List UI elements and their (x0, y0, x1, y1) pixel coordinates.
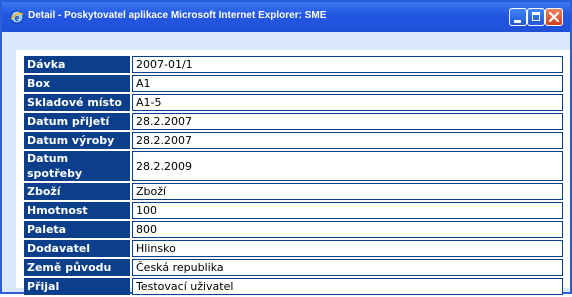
field-label: Zboží (24, 183, 130, 200)
table-row: Dávka 2007-01/1 (24, 56, 563, 73)
minimize-icon (514, 20, 521, 23)
close-button[interactable] (545, 8, 563, 26)
minimize-button[interactable] (509, 8, 527, 26)
field-label: Paleta (24, 221, 130, 238)
window-title: Detail - Poskytovatel aplikace Microsoft… (28, 10, 327, 21)
field-label: Dávka (24, 56, 130, 73)
ie-icon: e (10, 10, 24, 24)
field-value: 800 (132, 221, 563, 238)
detail-table: Dávka 2007-01/1 Box A1 Skladové místo A1-5 Dat… (22, 54, 565, 297)
field-value: 28.2.2007 (132, 113, 563, 130)
field-value: 28.2.2007 (132, 132, 563, 149)
table-row: Datum výroby 28.2.2007 (24, 132, 563, 149)
detail-panel: Dávka 2007-01/1 Box A1 Skladové místo A1-5 Dat… (16, 50, 570, 295)
field-value: Česká republika (132, 259, 563, 276)
maximize-button[interactable] (527, 8, 545, 26)
field-value: 28.2.2009 (132, 151, 563, 181)
field-label: Přijal (24, 278, 130, 295)
field-label: Skladové místo (24, 94, 130, 111)
field-value: Testovací uživatel (132, 278, 563, 295)
field-value: Zboží (132, 183, 563, 200)
table-row: Skladové místo A1-5 (24, 94, 563, 111)
table-row: Paleta 800 (24, 221, 563, 238)
field-label: Datum přijetí (24, 113, 130, 130)
field-label: Box (24, 75, 130, 92)
field-value: 2007-01/1 (132, 56, 563, 73)
table-row: Přijal Testovací uživatel (24, 278, 563, 295)
table-row: Zboží Zboží (24, 183, 563, 200)
detail-window: e Detail - Poskytovatel aplikace Microso… (0, 0, 572, 295)
field-value: Hlinsko (132, 240, 563, 257)
table-row: Země původu Česká republika (24, 259, 563, 276)
field-label: Datum spotřeby (24, 151, 130, 181)
field-value: A1-5 (132, 94, 563, 111)
field-label: Hmotnost (24, 202, 130, 219)
table-row: Hmotnost 100 (24, 202, 563, 219)
field-value: A1 (132, 75, 563, 92)
window-content: Dávka 2007-01/1 Box A1 Skladové místo A1-5 Dat… (2, 32, 570, 295)
title-bar[interactable]: e Detail - Poskytovatel aplikace Microso… (2, 2, 570, 32)
table-row: Dodavatel Hlinsko (24, 240, 563, 257)
field-label: Datum výroby (24, 132, 130, 149)
table-row: Box A1 (24, 75, 563, 92)
maximize-icon (532, 12, 540, 21)
close-icon (548, 11, 560, 23)
field-label: Země původu (24, 259, 130, 276)
table-row: Datum spotřeby 28.2.2009 (24, 151, 563, 181)
table-row: Datum přijetí 28.2.2007 (24, 113, 563, 130)
field-value: 100 (132, 202, 563, 219)
field-label: Dodavatel (24, 240, 130, 257)
